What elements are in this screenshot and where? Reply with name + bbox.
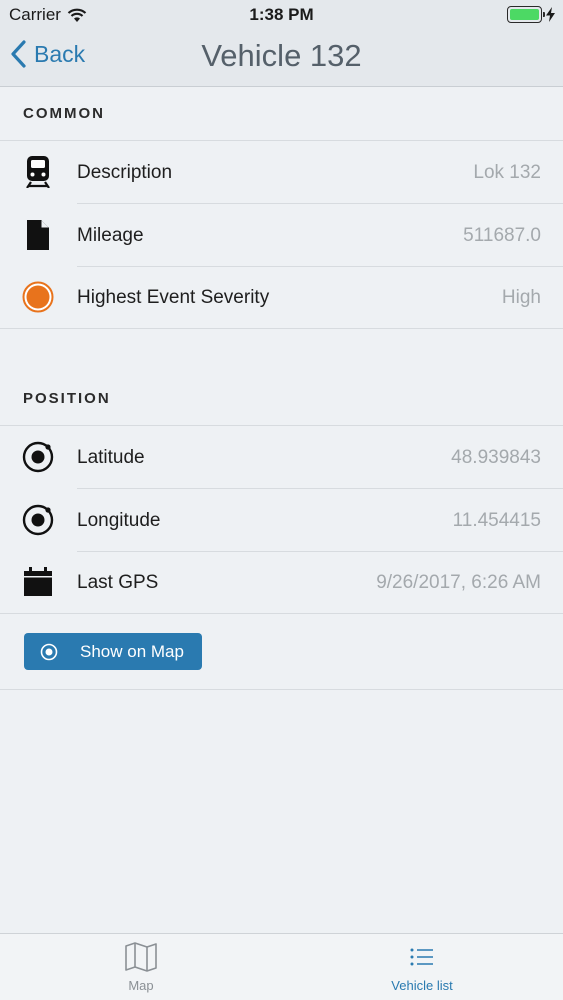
page-title: Vehicle 132: [201, 38, 362, 73]
tab-vehicle-list-label: Vehicle list: [391, 978, 453, 993]
status-bar: Carrier 1:38 PM: [0, 0, 563, 30]
latitude-label: Latitude: [77, 446, 145, 468]
longitude-label: Longitude: [77, 509, 161, 531]
description-label: Description: [77, 161, 173, 183]
tab-vehicle-list[interactable]: Vehicle list: [352, 942, 492, 993]
battery-fill: [510, 9, 539, 20]
calendar-icon: [22, 566, 54, 598]
document-icon: [22, 219, 54, 251]
show-on-map-label: Show on Map: [80, 641, 184, 661]
show-on-map-button[interactable]: Show on Map: [24, 633, 202, 670]
battery-indicator: [507, 6, 555, 23]
row-last-gps: Last GPS 9/26/2017, 6:26 AM: [0, 551, 563, 614]
location-target-icon: [22, 504, 54, 536]
charging-bolt-icon: [546, 7, 555, 22]
section-header-common: COMMON: [0, 87, 563, 141]
row-divider: [0, 328, 563, 329]
mileage-label: Mileage: [77, 224, 144, 246]
last-gps-value: 9/26/2017, 6:26 AM: [376, 571, 541, 593]
tab-bar: Map Vehicle list: [0, 933, 563, 1000]
row-latitude: Latitude 48.939843: [0, 426, 563, 489]
tab-map[interactable]: Map: [71, 942, 211, 993]
location-target-icon: [40, 643, 58, 661]
last-gps-label: Last GPS: [77, 571, 159, 593]
row-mileage: Mileage 511687.0: [0, 204, 563, 267]
list-icon: [410, 948, 433, 966]
section-divider: [0, 689, 563, 690]
description-value: Lok 132: [473, 161, 541, 183]
section-header-position: POSITION: [0, 372, 563, 426]
row-highest-event-severity: Highest Event Severity High: [0, 266, 563, 329]
battery-icon: [507, 6, 545, 23]
row-longitude: Longitude 11.454415: [0, 489, 563, 552]
tab-map-label: Map: [128, 978, 154, 993]
latitude-value: 48.939843: [451, 446, 541, 468]
longitude-value: 11.454415: [452, 509, 541, 531]
row-description: Description Lok 132: [0, 141, 563, 204]
severity-dot-icon: [22, 281, 54, 313]
map-icon: [125, 942, 157, 972]
location-target-icon: [22, 441, 54, 473]
status-time: 1:38 PM: [249, 5, 314, 24]
severity-label: Highest Event Severity: [77, 286, 270, 308]
severity-value: High: [501, 286, 541, 308]
row-divider: [0, 613, 563, 614]
train-icon: [22, 156, 54, 188]
navigation-bar: Back Vehicle 132: [0, 30, 563, 87]
mileage-value: 511687.0: [463, 224, 541, 246]
